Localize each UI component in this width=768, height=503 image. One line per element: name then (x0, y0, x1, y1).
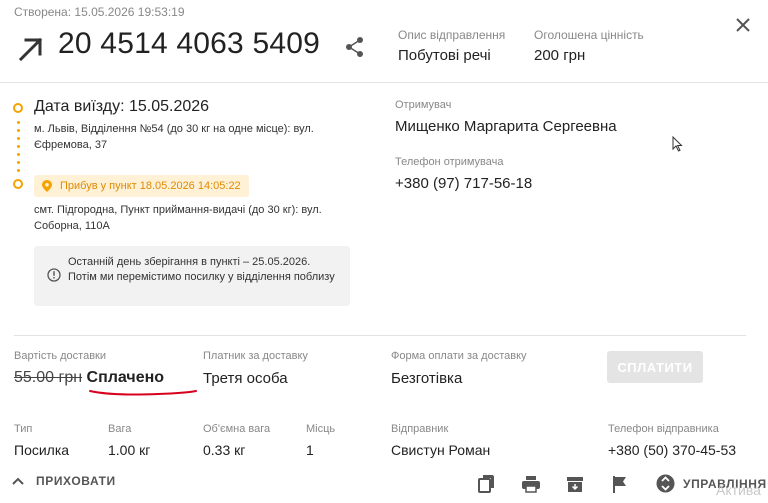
recipient-phone-label: Телефон отримувача (395, 156, 504, 168)
volume-weight-value: 0.33 кг (203, 442, 246, 458)
type-value: Посилка (14, 442, 70, 458)
manage-icon (656, 474, 675, 493)
share-icon[interactable] (344, 36, 366, 58)
volume-weight-label: Об'ємна вага (203, 423, 271, 435)
header-divider (0, 82, 768, 83)
sender-phone-value: +380 (50) 370-45-53 (608, 442, 737, 458)
cost-old: 55.00 грн (14, 369, 83, 386)
sender-value: Свистун Роман (391, 442, 491, 458)
close-icon[interactable] (733, 15, 753, 35)
arrival-address: смт. Підгородна, Пункт приймання-видачі … (34, 204, 322, 232)
payer-label: Платник за доставку (203, 350, 308, 362)
chevron-up-icon (12, 477, 24, 485)
departure-date: Дата виїзду: 15.05.2026 (34, 98, 210, 115)
payment-form-label: Форма оплати за доставку (391, 350, 527, 362)
info-icon (47, 268, 61, 282)
windows-activate-watermark: Актива (716, 482, 761, 498)
hide-button[interactable]: ПРИХОВАТИ (12, 474, 116, 488)
sender-phone-label: Телефон відправника (608, 423, 719, 435)
print-icon[interactable] (521, 474, 541, 494)
hide-label: ПРИХОВАТИ (36, 474, 116, 488)
flag-icon[interactable] (610, 474, 630, 494)
arrived-badge: Прибув у пункт 18.05.2026 14:05:22 (34, 175, 249, 197)
recipient-phone: +380 (97) 717-56-18 (395, 175, 533, 192)
arrow-up-right-icon (18, 37, 43, 62)
tracking-number: 20 4514 4063 5409 (58, 27, 320, 60)
sender-label: Відправник (391, 423, 449, 435)
type-label: Тип (14, 423, 33, 435)
payment-divider (14, 335, 746, 336)
notice-text: Останній день зберігання в пункті – 25.0… (68, 256, 335, 283)
created-timestamp: Створена: 15.05.2026 19:53:19 (14, 5, 185, 19)
route-line (17, 121, 20, 177)
places-label: Місць (306, 423, 336, 435)
arrived-text: Прибув у пункт 18.05.2026 14:05:22 (60, 180, 241, 192)
declared-value-label: Оголошена цінність (534, 28, 644, 42)
recipient-name: Мищенко Маргарита Сергеевна (395, 118, 617, 135)
declared-value: 200 грн (534, 47, 586, 64)
description-value: Побутові речі (398, 47, 491, 64)
pin-icon (42, 180, 52, 192)
archive-icon[interactable] (565, 474, 585, 494)
departure-address: м. Львів, Відділення №54 (до 30 кг на од… (34, 123, 314, 151)
cost-label: Вартість доставки (14, 350, 107, 362)
weight-label: Вага (108, 423, 132, 435)
places-value: 1 (306, 442, 314, 458)
cursor-icon (672, 136, 683, 152)
payer-value: Третя особа (203, 370, 288, 387)
arrival-dot (13, 179, 23, 189)
pay-button[interactable]: СПЛАТИТИ (607, 351, 703, 383)
copy-icon[interactable] (477, 474, 497, 494)
departure-dot (13, 103, 23, 113)
paid-underline-annotation (89, 390, 197, 396)
storage-notice: Останній день зберігання в пункті – 25.0… (34, 246, 350, 306)
weight-value: 1.00 кг (108, 442, 151, 458)
description-label: Опис відправлення (398, 28, 506, 42)
recipient-label: Отримувач (395, 99, 452, 111)
payment-form-value: Безготівка (391, 370, 463, 387)
